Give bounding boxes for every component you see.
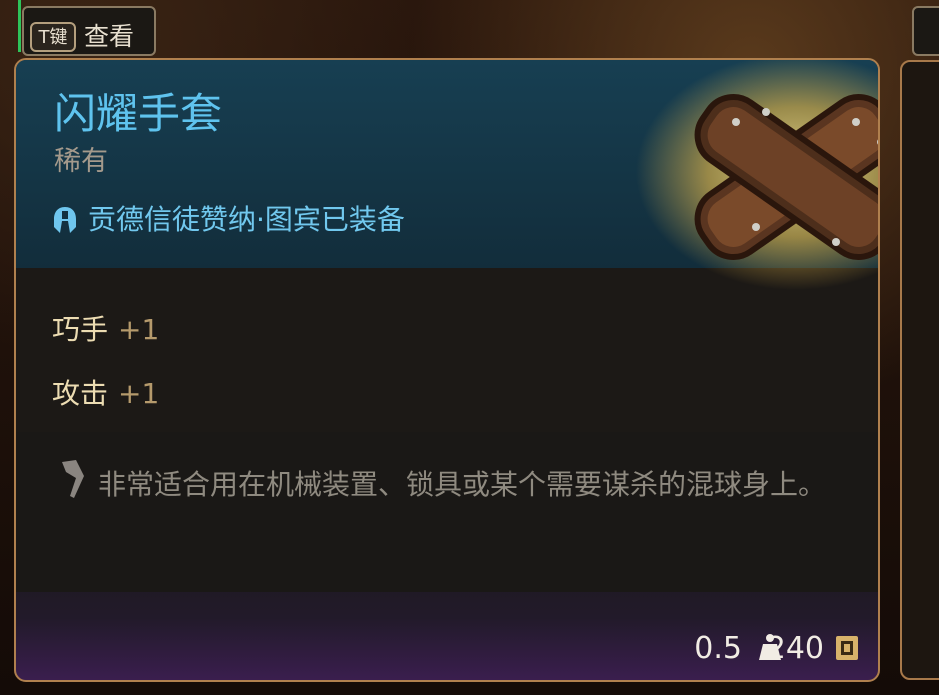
item-rarity: 稀有 xyxy=(54,146,108,177)
item-price: 240 xyxy=(766,631,824,666)
quill-icon xyxy=(62,460,84,498)
stat-value: +1 xyxy=(118,313,160,346)
description-section: 非常适合用在机械装置、锁具或某个需要谋杀的混球身上。 xyxy=(16,432,878,592)
item-name: 闪耀手套 xyxy=(54,89,223,138)
inspect-button[interactable]: T键 查看 xyxy=(22,6,156,56)
stats-section: 巧手 +1 攻击 +1 xyxy=(16,268,878,432)
equipped-by-row: 贡德信徒赞纳·图宾已装备 xyxy=(52,202,405,238)
helmet-icon xyxy=(54,207,76,233)
stat-value: +1 xyxy=(118,377,160,410)
secondary-button[interactable] xyxy=(912,6,939,56)
stat-row: 攻击 +1 xyxy=(52,374,159,414)
stat-name: 攻击 xyxy=(52,377,109,410)
stat-row: 巧手 +1 xyxy=(52,310,159,350)
item-description: 非常适合用在机械装置、锁具或某个需要谋杀的混球身上。 xyxy=(98,468,827,501)
inspect-label: 查看 xyxy=(84,22,135,51)
adjacent-tooltip-panel xyxy=(900,60,939,680)
coin-icon xyxy=(836,636,858,660)
item-tooltip: 闪耀手套 稀有 贡德信徒赞纳·图宾已装备 巧手 +1 攻击 +1 非常适合用在机械装… xyxy=(14,58,880,682)
keybind-badge: T键 xyxy=(30,22,76,52)
stat-name: 巧手 xyxy=(52,313,109,346)
tooltip-footer: 0.5 240 xyxy=(16,592,878,680)
equipped-by-text: 贡德信徒赞纳·图宾已装备 xyxy=(88,203,405,236)
gloves-illustration xyxy=(636,60,878,290)
item-weight: 0.5 xyxy=(694,631,742,666)
portrait-frame-edge xyxy=(0,0,21,52)
